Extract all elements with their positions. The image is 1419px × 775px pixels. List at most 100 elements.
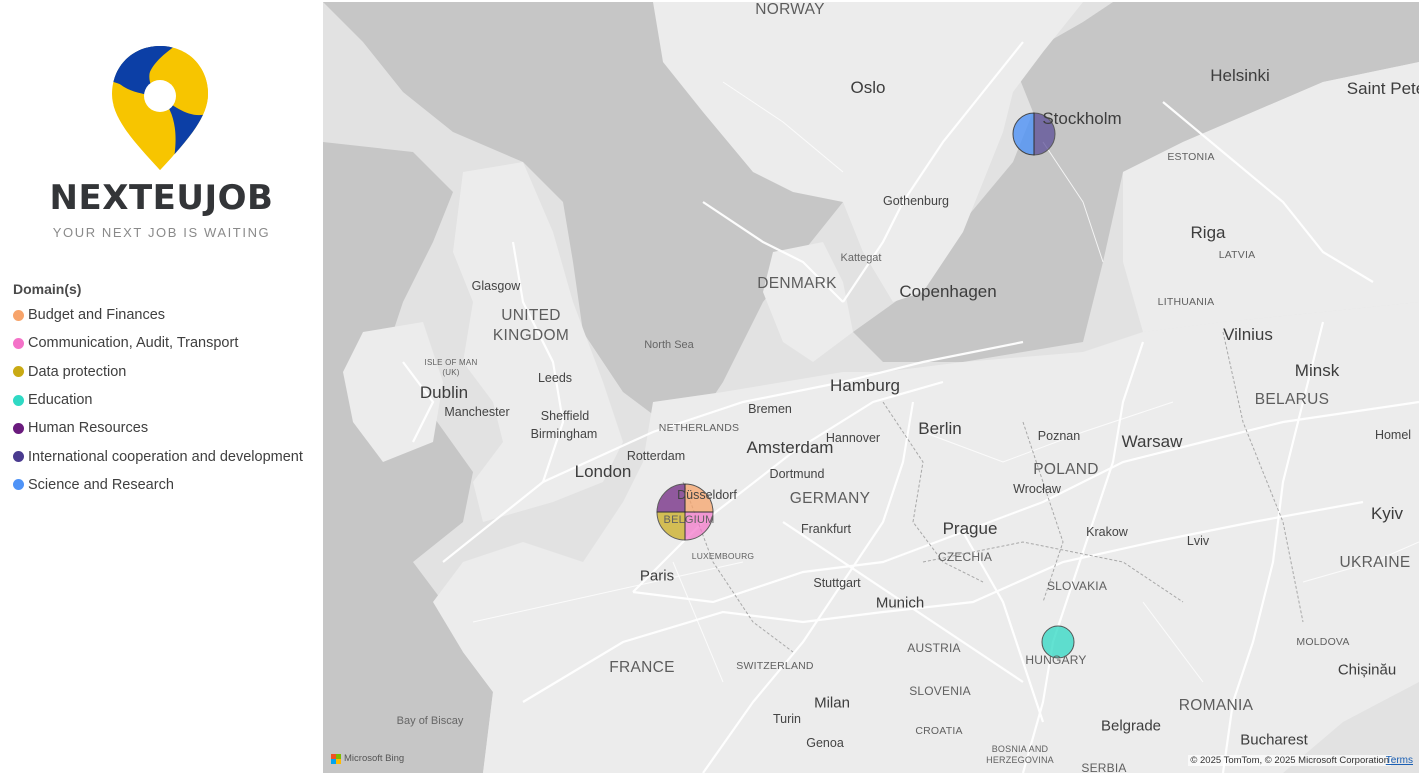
- label-dortmund: Dortmund: [769, 467, 825, 481]
- label-rotterdam: Rotterdam: [626, 449, 686, 463]
- label-leeds: Leeds: [537, 371, 573, 385]
- label-berlin: Berlin: [918, 419, 962, 438]
- label-hannover: Hannover: [825, 431, 881, 445]
- map-attribution: © 2025 TomTom, © 2025 Microsoft Corporat…: [1188, 755, 1391, 766]
- label-croatia: CROATIA: [915, 725, 963, 737]
- label-poznan: Poznan: [1037, 429, 1081, 443]
- label-birmingham: Birmingham: [530, 427, 598, 441]
- label-poland: POLAND: [1033, 461, 1099, 478]
- map-canvas[interactable]: NORWAY Oslo Helsinki Saint Pete Stockhol…: [323, 2, 1419, 773]
- label-prague: Prague: [942, 519, 998, 538]
- label-krakow: Krakow: [1086, 525, 1128, 539]
- legend-dot-icon: [13, 394, 24, 406]
- label-lviv: Lviv: [1186, 534, 1210, 548]
- logo-pin-icon: [112, 46, 208, 170]
- label-switzerland: SWITZERLAND: [736, 660, 814, 672]
- terms-link[interactable]: Terms: [1386, 755, 1413, 766]
- label-warsaw: Warsaw: [1121, 432, 1183, 451]
- label-copenhagen: Copenhagen: [899, 282, 997, 301]
- label-milan: Milan: [814, 694, 850, 712]
- label-genoa: Genoa: [806, 736, 844, 750]
- label-paris: Paris: [639, 567, 675, 585]
- label-stockholm: Stockholm: [1042, 109, 1122, 128]
- label-united-kingdom: UNITED KINGDOM: [492, 307, 570, 344]
- label-helsinki: Helsinki: [1210, 66, 1270, 85]
- label-glasgow: Glasgow: [471, 279, 521, 293]
- label-frankfurt: Frankfurt: [800, 522, 852, 536]
- label-bosnia: BOSNIA AND HERZEGOVINA: [986, 744, 1054, 765]
- legend-item[interactable]: Science and Research: [13, 471, 303, 499]
- legend-item[interactable]: Data protection: [13, 358, 303, 386]
- label-stuttgart: Stuttgart: [813, 576, 861, 590]
- label-minsk: Minsk: [1294, 361, 1340, 380]
- legend-item[interactable]: Communication, Audit, Transport: [13, 329, 303, 357]
- legend-dot-icon: [13, 422, 24, 434]
- label-ukraine: UKRAINE: [1339, 554, 1411, 571]
- provider-label: Microsoft Bing: [344, 753, 405, 764]
- legend-item-label: Education: [28, 392, 93, 409]
- label-bay-of-biscay: Bay of Biscay: [396, 715, 464, 727]
- legend-dot-icon: [13, 479, 24, 491]
- label-france: FRANCE: [609, 659, 675, 676]
- label-romania: ROMANIA: [1178, 697, 1254, 714]
- label-dublin: Dublin: [419, 383, 469, 402]
- label-austria: AUSTRIA: [907, 641, 961, 655]
- bing-logo: Microsoft Bing: [331, 753, 404, 764]
- brand-tagline: YOUR NEXT JOB IS WAITING: [52, 225, 271, 240]
- legend-item[interactable]: Budget and Finances: [13, 301, 303, 329]
- legend-dot-icon: [13, 309, 24, 321]
- label-netherlands: NETHERLANDS: [658, 422, 740, 434]
- legend-item[interactable]: Education: [13, 386, 303, 414]
- label-slovakia: SLOVAKIA: [1046, 579, 1108, 593]
- label-chisinau: Chișinău: [1337, 661, 1397, 679]
- label-munich: Munich: [875, 594, 925, 612]
- label-latvia: LATVIA: [1218, 249, 1256, 261]
- label-bucharest: Bucharest: [1240, 731, 1308, 749]
- legend-item[interactable]: Human Resources: [13, 414, 303, 442]
- microsoft-logo-icon: [331, 753, 341, 764]
- brand-name: NEXTEUJOB: [49, 178, 274, 218]
- label-germany: GERMANY: [789, 490, 871, 507]
- legend-item[interactable]: International cooperation and developmen…: [13, 442, 303, 470]
- label-belgrade: Belgrade: [1100, 717, 1162, 735]
- label-vilnius: Vilnius: [1223, 325, 1273, 344]
- legend-dot-icon: [13, 451, 24, 463]
- label-london: London: [574, 462, 632, 481]
- label-dusseldorf: Düsseldorf: [677, 488, 737, 502]
- label-manchester: Manchester: [444, 405, 510, 419]
- label-lithuania: LITHUANIA: [1157, 296, 1215, 308]
- label-estonia: ESTONIA: [1167, 151, 1215, 163]
- label-turin: Turin: [772, 712, 802, 726]
- legend-dot-icon: [13, 337, 24, 349]
- label-serbia: SERBIA: [1081, 761, 1127, 773]
- legend-item-label: International cooperation and developmen…: [28, 448, 303, 465]
- label-sheffield: Sheffield: [540, 409, 590, 423]
- legend-item-label: Science and Research: [28, 476, 174, 493]
- label-belarus: BELARUS: [1254, 391, 1330, 408]
- label-bremen: Bremen: [748, 402, 792, 416]
- label-wroclaw: Wrocław: [1013, 482, 1061, 496]
- label-luxembourg: LUXEMBOURG: [691, 551, 755, 561]
- label-amsterdam: Amsterdam: [746, 438, 834, 457]
- legend-title: Domain(s): [13, 281, 82, 297]
- label-oslo: Oslo: [850, 78, 886, 97]
- legend-item-label: Budget and Finances: [28, 307, 166, 324]
- label-moldova: MOLDOVA: [1296, 636, 1350, 648]
- label-hungary: HUNGARY: [1025, 653, 1087, 667]
- legend-item-label: Communication, Audit, Transport: [28, 335, 239, 352]
- label-north-sea: North Sea: [644, 339, 694, 351]
- legend: Domain(s) Budget and Finances Communicati…: [13, 281, 303, 499]
- legend-item-label: Data protection: [28, 363, 127, 380]
- label-homel: Homel: [1374, 428, 1412, 442]
- sidebar: NEXTEUJOB YOUR NEXT JOB IS WAITING Domai…: [0, 0, 323, 775]
- label-czechia: CZECHIA: [937, 550, 993, 564]
- label-gothenburg: Gothenburg: [882, 194, 950, 208]
- legend-dot-icon: [13, 366, 24, 378]
- label-norway: NORWAY: [755, 2, 825, 18]
- label-isle-of-man: ISLE OF MAN (UK): [424, 358, 478, 377]
- label-slovenia: SLOVENIA: [909, 684, 971, 698]
- legend-item-label: Human Resources: [28, 420, 149, 437]
- label-riga: Riga: [1190, 223, 1226, 242]
- label-saint-pete: Saint Pete: [1346, 79, 1419, 98]
- label-denmark: DENMARK: [757, 275, 837, 292]
